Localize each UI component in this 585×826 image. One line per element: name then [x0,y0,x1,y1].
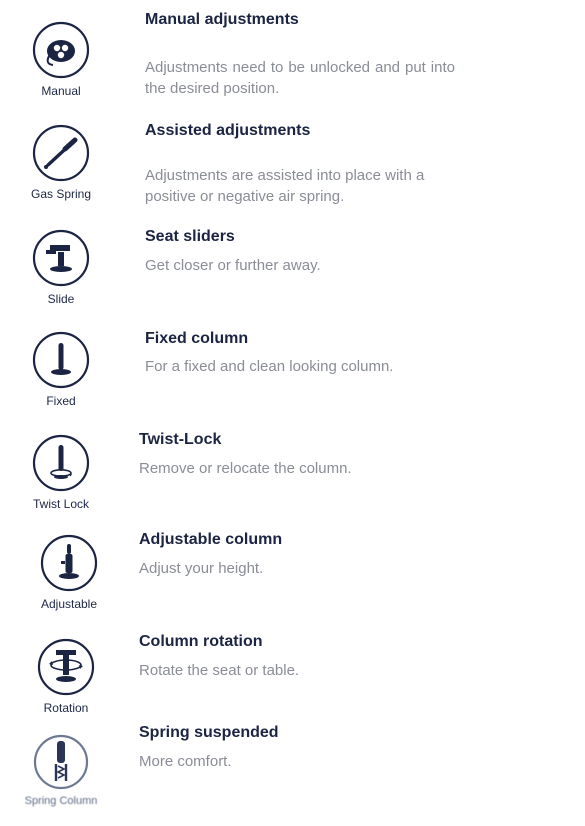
feature-title: Fixed column [145,330,249,347]
feature-description: Adjustments are assisted into place with… [145,167,425,205]
feature-title: Manual adjustments [145,11,299,28]
icon-label: Gas Spring [30,187,92,201]
icon-label: Fixed [46,394,76,408]
spring-column-icon [33,734,89,790]
feature-title: Seat sliders [145,228,235,245]
icon-block: Slide [6,228,116,306]
feature-description: More comfort. [139,753,232,770]
feature-title: Spring suspended [139,724,279,741]
feature-title: Twist-Lock [139,431,222,448]
rotation-icon [37,638,95,696]
fixed-column-icon [32,331,90,389]
icon-block: Manual [6,20,116,98]
icon-label: Rotation [43,701,89,715]
twist-lock-icon [32,434,90,492]
feature-description: Get closer or further away. [145,257,321,274]
feature-title: Assisted adjustments [145,122,311,139]
icon-block: Twist Lock [6,433,116,511]
feature-description: Remove or relocate the column. [139,460,352,477]
feature-description: Rotate the seat or table. [139,662,300,679]
seat-slider-icon [32,229,90,287]
icon-block: Gas Spring [6,123,116,201]
icon-label: Adjustable [40,597,98,611]
icon-label: Twist Lock [32,497,89,511]
feature-description: For a fixed and clean looking column. [145,358,394,375]
adjustable-column-icon [40,534,98,592]
icon-block: Spring Column [6,733,116,807]
icon-block: Rotation [11,637,121,715]
icon-block: Fixed [6,330,116,408]
manual-knob-icon [32,21,90,79]
icon-block: Adjustable [14,533,124,611]
feature-description: Adjust your height. [139,560,264,577]
feature-title: Column rotation [139,633,263,650]
icon-label: Manual [41,84,81,98]
icon-label: Spring Column [24,795,98,807]
feature-description: Adjustments need to be unlocked and put … [145,59,455,97]
feature-title: Adjustable column [139,531,283,548]
gas-spring-icon [32,124,90,182]
icon-label: Slide [47,292,75,306]
